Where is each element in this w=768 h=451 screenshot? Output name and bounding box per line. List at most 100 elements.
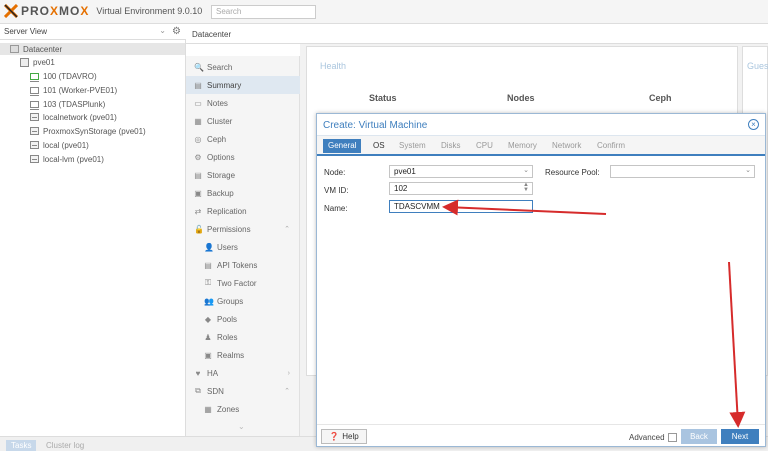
gear-icon: ⚙ [194, 152, 202, 162]
menu-item-roles[interactable]: ♟ Roles [186, 328, 300, 346]
menu-label: Storage [207, 170, 236, 180]
back-button[interactable]: Back [681, 429, 717, 444]
tab-cluster-log[interactable]: Cluster log [46, 441, 84, 450]
tab-general[interactable]: General [323, 139, 362, 153]
tab-confirm[interactable]: Confirm [597, 141, 625, 150]
tree-item-datacenter[interactable]: Datacenter [0, 43, 185, 55]
help-button[interactable]: ❓ Help [321, 429, 367, 444]
tree-item-node[interactable]: pve01 [20, 56, 55, 68]
tree-label: 103 (TDASPlunk) [43, 99, 106, 109]
zones-icon: ▦ [204, 404, 212, 414]
menu-item-groups[interactable]: 👥 Groups [186, 292, 300, 310]
chevron-down-icon[interactable]: ⌄ [238, 422, 245, 431]
user-icon: 👤 [204, 242, 214, 252]
chevron-down-icon: ⌄ [159, 26, 166, 35]
resource-tree: Datacenter pve01 100 (TDAVRO) 101 (Worke… [0, 40, 186, 436]
version-label: Virtual Environment 9.0.10 [96, 6, 203, 16]
menu-item-ha[interactable]: ♥ HA › [186, 364, 300, 382]
breadcrumb: Datacenter [186, 24, 768, 44]
chevron-down-icon: ⌄ [523, 167, 529, 174]
menu-label: SDN [207, 386, 224, 396]
tab-tasks[interactable]: Tasks [6, 440, 37, 451]
close-icon[interactable]: × [748, 119, 759, 130]
chevron-down-icon: ⌄ [745, 167, 751, 174]
menu-item-users[interactable]: 👤 Users [186, 238, 300, 256]
tab-os[interactable]: OS [373, 141, 385, 150]
tree-label: local-lvm (pve01) [43, 154, 104, 164]
next-button[interactable]: Next [721, 429, 759, 444]
tab-disks[interactable]: Disks [441, 141, 461, 150]
menu-item-two-factor[interactable]: ⚿ Two Factor [186, 274, 300, 292]
menu-label: Options [207, 152, 235, 162]
menu-item-summary[interactable]: ▤ Summary [186, 76, 300, 94]
menu-item-options[interactable]: ⚙ Options [186, 148, 300, 166]
tab-network[interactable]: Network [552, 141, 581, 150]
vm-icon [30, 86, 39, 96]
advanced-toggle[interactable]: Advanced [629, 433, 677, 442]
tab-cpu[interactable]: CPU [476, 141, 493, 150]
tree-item-vm[interactable]: 103 (TDASPlunk) [30, 98, 105, 110]
vmid-value: 102 [394, 184, 408, 193]
users-icon: 👥 [204, 296, 214, 306]
menu-item-ceph[interactable]: ◎ Ceph [186, 130, 300, 148]
vmid-spinner[interactable]: 102 ▲ ▼ [389, 182, 533, 195]
menu-item-storage[interactable]: ▤ Storage [186, 166, 300, 184]
health-ceph-heading: Ceph [649, 93, 672, 103]
tree-item-storage[interactable]: local-lvm (pve01) [30, 153, 104, 165]
search-input[interactable]: Search [211, 5, 316, 19]
menu-label: Summary [207, 80, 242, 90]
node-select[interactable]: pve01 ⌄ [389, 165, 533, 178]
replication-icon: ⇄ [194, 206, 202, 216]
resource-pool-select[interactable]: ⌄ [610, 165, 755, 178]
gear-icon[interactable]: ⚙ [172, 26, 184, 38]
server-view-bar: Server View ⌄ ⚙ [0, 24, 186, 40]
name-field[interactable]: TDASCVMM [389, 200, 533, 213]
tree-item-storage[interactable]: local (pve01) [30, 139, 89, 151]
menu-item-cluster[interactable]: ▦ Cluster [186, 112, 300, 130]
menu-item-permissions[interactable]: 🔓 Permissions ⌃ [186, 220, 300, 238]
menu-item-realms[interactable]: ▣ Realms [186, 346, 300, 364]
tab-memory[interactable]: Memory [508, 141, 537, 150]
realm-icon: ▣ [204, 350, 212, 360]
backup-icon: ▣ [194, 188, 202, 198]
menu-label: Replication [207, 206, 247, 216]
tree-label: pve01 [33, 57, 55, 67]
dialog-title: Create: Virtual Machine [323, 120, 428, 131]
tree-item-vm[interactable]: 101 (Worker-PVE01) [30, 84, 117, 96]
vm-running-icon [30, 72, 39, 82]
sdn-icon: ⧉ [195, 386, 201, 395]
network-icon [30, 113, 39, 121]
tree-item-storage[interactable]: ProxmoxSynStorage (pve01) [30, 125, 146, 137]
menu-label: Pools [217, 314, 238, 324]
tab-system[interactable]: System [399, 141, 426, 150]
tree-item-network[interactable]: localnetwork (pve01) [30, 111, 117, 123]
menu-item-sdn[interactable]: ⧉ SDN ⌃ [186, 382, 300, 400]
unlock-icon: 🔓 [194, 224, 204, 234]
menu-label: Cluster [207, 116, 233, 126]
advanced-checkbox[interactable] [667, 433, 677, 442]
menu-item-notes[interactable]: ▭ Notes [186, 94, 300, 112]
menu-item-replication[interactable]: ⇄ Replication [186, 202, 300, 220]
vm-icon [30, 100, 39, 110]
tree-item-vm[interactable]: 100 (TDAVRO) [30, 70, 97, 82]
tree-label: 100 (TDAVRO) [43, 71, 97, 81]
menu-item-zones[interactable]: ▦ Zones [186, 400, 300, 418]
chevron-right-icon: › [287, 369, 290, 377]
help-label: Help [342, 432, 359, 441]
search-icon: 🔍 [194, 62, 204, 72]
node-value: pve01 [394, 167, 416, 176]
summary-icon: ▤ [194, 80, 202, 90]
proxmox-logo[interactable]: PROXMOX Virtual Environment 9.0.10 [4, 4, 202, 18]
role-icon: ♟ [204, 332, 212, 342]
spinner-arrows-icon[interactable]: ▲ ▼ [523, 182, 529, 193]
server-view-select[interactable]: Server View ⌄ [2, 25, 168, 39]
menu-item-backup[interactable]: ▣ Backup [186, 184, 300, 202]
menu-label: API Tokens [217, 260, 258, 270]
chevron-up-icon: ⌃ [284, 388, 290, 395]
menu-item-search[interactable]: 🔍 Search [186, 58, 300, 76]
heartbeat-icon: ♥ [195, 368, 201, 378]
tree-label: Datacenter [23, 44, 63, 54]
menu-item-pools[interactable]: ◆ Pools [186, 310, 300, 328]
menu-label: Ceph [207, 134, 227, 144]
menu-item-api-tokens[interactable]: ▤ API Tokens [186, 256, 300, 274]
